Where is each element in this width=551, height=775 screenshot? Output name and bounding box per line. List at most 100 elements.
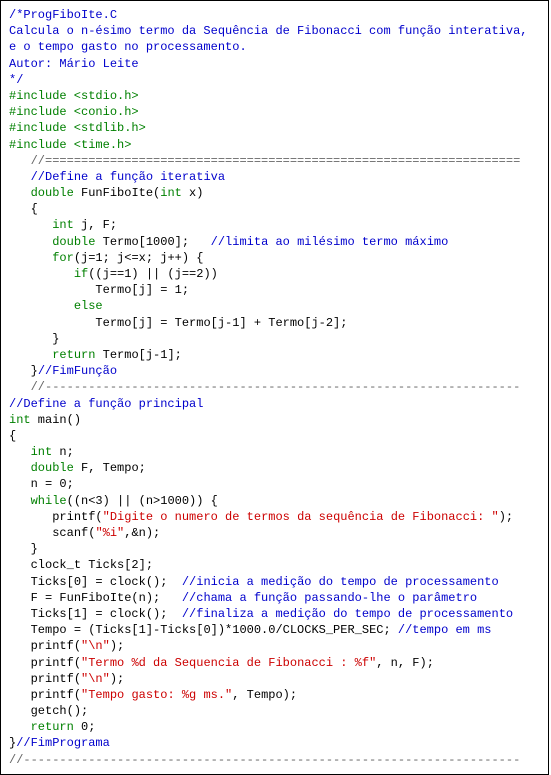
code-token: j, F; <box>74 218 117 232</box>
code-token: Termo[1000]; <box>95 235 210 249</box>
code-listing: /*ProgFiboIte.C Calcula o n-ésimo termo d… <box>0 0 549 775</box>
code-token: Ticks[0] = clock(); <box>31 575 182 589</box>
code-line: Ticks[0] = clock(); //inicia a medição d… <box>9 574 540 590</box>
code-token: int <box>160 186 182 200</box>
code-token: printf( <box>31 639 81 653</box>
code-token: F = FunFiboIte(n); <box>31 591 182 605</box>
code-token: "\n" <box>81 639 110 653</box>
code-token: //======================================… <box>31 154 521 168</box>
code-line: /*ProgFiboIte.C <box>9 7 540 23</box>
code-token: Calcula o n-ésimo termo da Sequência de … <box>9 24 527 38</box>
code-token: "Tempo gasto: %g ms." <box>81 688 232 702</box>
code-token: //--------------------------------------… <box>9 753 520 767</box>
code-line: #include <stdlib.h> <box>9 120 540 136</box>
code-token: else <box>74 299 103 313</box>
code-line: scanf("%i",&n); <box>9 525 540 541</box>
code-line: //--------------------------------------… <box>9 752 540 768</box>
code-token: printf( <box>31 672 81 686</box>
code-token: double <box>31 186 74 200</box>
code-token: { <box>31 202 38 216</box>
code-token: return <box>31 720 74 734</box>
code-token: printf( <box>31 688 81 702</box>
code-token: while <box>31 494 67 508</box>
code-line: Termo[j] = 1; <box>9 282 540 298</box>
code-line: e o tempo gasto no processamento. <box>9 39 540 55</box>
code-line: Termo[j] = Termo[j-1] + Termo[j-2]; <box>9 315 540 331</box>
code-line: #include <time.h> <box>9 137 540 153</box>
code-line: //======================================… <box>9 153 540 169</box>
code-token: double <box>52 235 95 249</box>
code-line: //Define a função principal <box>9 396 540 412</box>
code-line: } <box>9 541 540 557</box>
code-line: { <box>9 201 540 217</box>
code-token: "Termo %d da Sequencia de Fibonacci : %f… <box>81 656 376 670</box>
code-line: #include <stdio.h> <box>9 88 540 104</box>
code-line: Ticks[1] = clock(); //finaliza a medição… <box>9 606 540 622</box>
code-line: Tempo = (Ticks[1]-Ticks[0])*1000.0/CLOCK… <box>9 622 540 638</box>
code-token: #include <stdlib.h> <box>9 121 146 135</box>
code-token: Termo[j-1]; <box>95 348 181 362</box>
code-line: int main() <box>9 412 540 428</box>
code-token: int <box>31 445 53 459</box>
code-line: }//FimFunção <box>9 363 540 379</box>
code-line: printf("\n"); <box>9 671 540 687</box>
code-token: , Tempo); <box>232 688 297 702</box>
code-line: return 0; <box>9 719 540 735</box>
code-token: /*ProgFiboIte.C <box>9 8 117 22</box>
code-token: { <box>9 429 16 443</box>
code-line: printf("Tempo gasto: %g ms.", Tempo); <box>9 687 540 703</box>
code-token: for <box>52 251 74 265</box>
code-line: //Define a função iterativa <box>9 169 540 185</box>
code-token: x) <box>182 186 204 200</box>
code-token: //Define a função iterativa <box>31 170 225 184</box>
code-line: for(j=1; j<=x; j++) { <box>9 250 540 266</box>
code-token: } <box>9 736 16 750</box>
code-token: Ticks[1] = clock(); <box>31 607 182 621</box>
code-token: printf( <box>52 510 102 524</box>
code-token: ((n<3) || (n>1000)) { <box>67 494 218 508</box>
code-token: //Define a função principal <box>9 397 203 411</box>
code-token: ((j==1) || (j==2)) <box>88 267 218 281</box>
code-token: "\n" <box>81 672 110 686</box>
code-token: ); <box>110 639 124 653</box>
code-line: else <box>9 298 540 314</box>
code-token: Termo[j] = 1; <box>95 283 189 297</box>
code-token: n = 0; <box>31 477 74 491</box>
code-line: while((n<3) || (n>1000)) { <box>9 493 540 509</box>
code-token: ); <box>499 510 513 524</box>
code-token: n; <box>52 445 74 459</box>
code-line: */ <box>9 72 540 88</box>
code-line: getch(); <box>9 703 540 719</box>
code-line: printf("\n"); <box>9 638 540 654</box>
code-token: int <box>52 218 74 232</box>
code-token: //inicia a medição do tempo de processam… <box>182 575 499 589</box>
code-line: n = 0; <box>9 476 540 492</box>
code-token: //FimFunção <box>38 364 117 378</box>
code-token: //chama a função passando-lhe o parâmetr… <box>182 591 477 605</box>
code-token: int <box>9 413 31 427</box>
code-token: */ <box>9 73 23 87</box>
code-token: //FimPrograma <box>16 736 110 750</box>
code-token: (j=1; j<=x; j++) { <box>74 251 204 265</box>
code-token: FunFiboIte( <box>74 186 160 200</box>
code-line: Autor: Mário Leite <box>9 56 540 72</box>
code-token: 0; <box>74 720 96 734</box>
code-token: clock_t Ticks[2]; <box>31 558 153 572</box>
code-line: clock_t Ticks[2]; <box>9 557 540 573</box>
code-token: printf( <box>31 656 81 670</box>
code-token: } <box>31 364 38 378</box>
code-token: F, Tempo; <box>74 461 146 475</box>
code-token: } <box>52 332 59 346</box>
code-token: #include <conio.h> <box>9 105 139 119</box>
code-token: double <box>31 461 74 475</box>
code-token: } <box>31 542 38 556</box>
code-token: ,&n); <box>124 526 160 540</box>
code-line: #include <conio.h> <box>9 104 540 120</box>
code-token: getch(); <box>31 704 89 718</box>
code-token: if <box>74 267 88 281</box>
code-token: #include <stdio.h> <box>9 89 139 103</box>
code-line: double F, Tempo; <box>9 460 540 476</box>
code-line: int j, F; <box>9 217 540 233</box>
code-line: F = FunFiboIte(n); //chama a função pass… <box>9 590 540 606</box>
code-line: } <box>9 331 540 347</box>
